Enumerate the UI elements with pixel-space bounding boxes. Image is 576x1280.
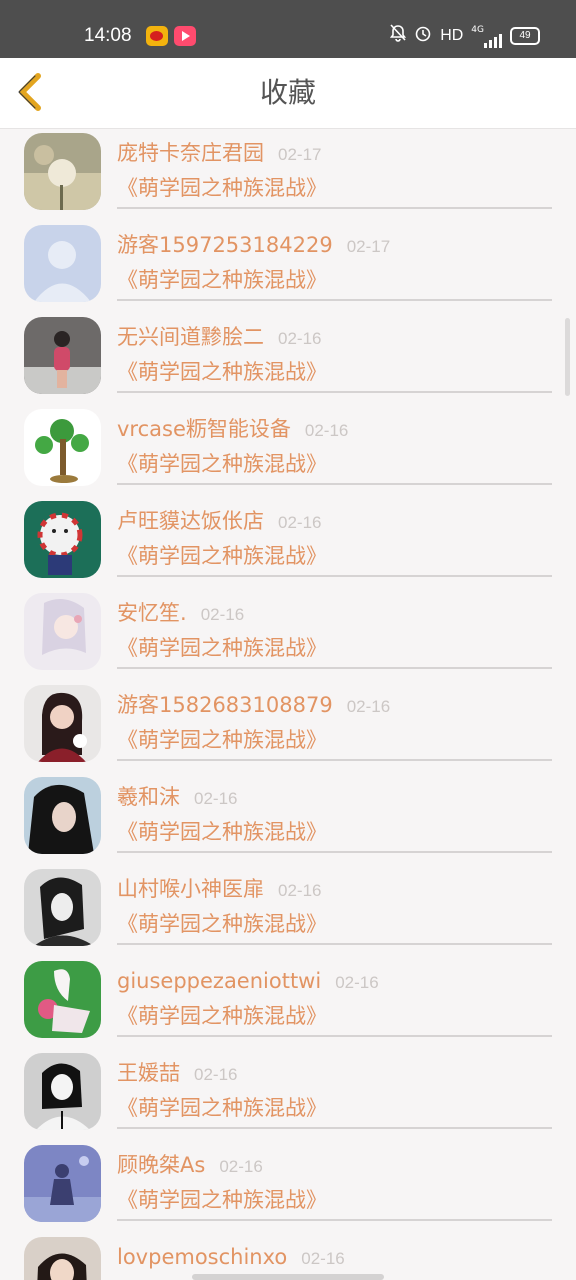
scrollbar[interactable] bbox=[565, 318, 570, 396]
status-icons: HD 4G 49 bbox=[390, 23, 540, 49]
battery-icon: 49 bbox=[510, 27, 540, 45]
divider bbox=[117, 575, 552, 577]
username: giuseppezaeniottwi bbox=[117, 969, 322, 993]
date: 02-16 bbox=[301, 1249, 345, 1268]
list-item[interactable]: 游客1597253184229 02-17 《萌学园之种族混战》 bbox=[0, 220, 576, 312]
username: 庞特卡奈庄君园 bbox=[117, 141, 264, 165]
username: 游客1582683108879 bbox=[117, 693, 333, 717]
date: 02-16 bbox=[346, 697, 391, 716]
signal-icon: 4G bbox=[471, 24, 502, 48]
list-item[interactable]: 庞特卡奈庄君园 02-17 《萌学园之种族混战》 bbox=[0, 128, 576, 220]
status-bar: 14:08 HD 4G 49 bbox=[0, 0, 576, 58]
list-item[interactable]: 羲和沫 02-16 《萌学园之种族混战》 bbox=[0, 772, 576, 864]
list-item[interactable]: 王媛喆 02-16 《萌学园之种族混战》 bbox=[0, 1048, 576, 1140]
username: 山村喉小神医扉 bbox=[117, 877, 264, 901]
username: 安忆笙. bbox=[117, 601, 187, 625]
date: 02-17 bbox=[346, 237, 391, 256]
divider bbox=[117, 1127, 552, 1129]
divider bbox=[117, 299, 552, 301]
date: 02-16 bbox=[194, 1065, 238, 1084]
divider bbox=[117, 943, 552, 945]
divider bbox=[117, 1219, 552, 1221]
list-item[interactable]: 山村喉小神医扉 02-16 《萌学园之种族混战》 bbox=[0, 864, 576, 956]
date: 02-16 bbox=[278, 513, 322, 532]
date: 02-17 bbox=[278, 145, 322, 164]
game-title: 《萌学园之种族混战》 bbox=[117, 544, 327, 568]
date: 02-16 bbox=[200, 605, 245, 624]
list-item[interactable]: 卢旺貘达饭伥店 02-16 《萌学园之种族混战》 bbox=[0, 496, 576, 588]
divider bbox=[117, 207, 552, 209]
avatar[interactable] bbox=[24, 317, 101, 394]
game-title: 《萌学园之种族混战》 bbox=[117, 820, 327, 844]
username: 无兴间道黪脍二 bbox=[117, 325, 264, 349]
avatar[interactable] bbox=[24, 409, 101, 486]
game-title: 《萌学园之种族混战》 bbox=[117, 268, 327, 292]
game-title: 《萌学园之种族混战》 bbox=[117, 176, 327, 200]
divider bbox=[117, 851, 552, 853]
list-item[interactable]: 无兴间道黪脍二 02-16 《萌学园之种族混战》 bbox=[0, 312, 576, 404]
game-title: 《萌学园之种族混战》 bbox=[117, 452, 327, 476]
game-title: 《萌学园之种族混战》 bbox=[117, 912, 327, 936]
list-item[interactable]: vrcase粝智能设备 02-16 《萌学园之种族混战》 bbox=[0, 404, 576, 496]
avatar[interactable] bbox=[24, 1237, 101, 1280]
date: 02-16 bbox=[194, 789, 238, 808]
bell-muted-icon bbox=[390, 23, 407, 49]
date: 02-16 bbox=[278, 329, 322, 348]
avatar[interactable] bbox=[24, 225, 101, 302]
page-title: 收藏 bbox=[259, 76, 316, 109]
date: 02-16 bbox=[278, 881, 322, 900]
avatar[interactable] bbox=[24, 685, 101, 762]
divider bbox=[117, 1035, 552, 1037]
divider bbox=[117, 759, 552, 761]
game-title: 《萌学园之种族混战》 bbox=[117, 360, 327, 384]
username: 卢旺貘达饭伥店 bbox=[117, 509, 264, 533]
avatar[interactable] bbox=[24, 869, 101, 946]
status-time: 14:08 bbox=[84, 25, 132, 46]
avatar[interactable] bbox=[24, 1145, 101, 1222]
divider bbox=[117, 667, 552, 669]
alarm-icon bbox=[414, 24, 432, 49]
favorites-list[interactable]: 庞特卡奈庄君园 02-17 《萌学园之种族混战》 游客1597253184229 0… bbox=[0, 128, 576, 1280]
list-item[interactable]: 游客1582683108879 02-16 《萌学园之种族混战》 bbox=[0, 680, 576, 772]
username: 羲和沫 bbox=[117, 785, 180, 809]
home-indicator[interactable] bbox=[192, 1274, 384, 1280]
date: 02-16 bbox=[335, 973, 379, 992]
game-title: 《萌学园之种族混战》 bbox=[117, 1096, 327, 1120]
username: 顾晚桀As bbox=[117, 1153, 206, 1177]
list-item[interactable]: 顾晚桀As 02-16 《萌学园之种族混战》 bbox=[0, 1140, 576, 1232]
username: lovpemoschinxo bbox=[117, 1245, 288, 1269]
avatar[interactable] bbox=[24, 133, 101, 210]
list-item[interactable]: giuseppezaeniottwi 02-16 《萌学园之种族混战》 bbox=[0, 956, 576, 1048]
game-title: 《萌学园之种族混战》 bbox=[117, 728, 327, 752]
video-app-icon bbox=[174, 26, 196, 46]
network-type: 4G bbox=[471, 25, 484, 35]
avatar[interactable] bbox=[24, 777, 101, 854]
avatar[interactable] bbox=[24, 1053, 101, 1130]
divider bbox=[117, 391, 552, 393]
list-item[interactable]: 安忆笙. 02-16 《萌学园之种族混战》 bbox=[0, 588, 576, 680]
avatar[interactable] bbox=[24, 593, 101, 670]
date: 02-16 bbox=[304, 421, 349, 440]
username: 王媛喆 bbox=[117, 1061, 180, 1085]
username: vrcase粝智能设备 bbox=[117, 417, 291, 441]
hd-label: HD bbox=[440, 27, 464, 44]
weibo-app-icon bbox=[146, 26, 168, 46]
header-bar: 收藏 bbox=[0, 58, 576, 129]
avatar[interactable] bbox=[24, 501, 101, 578]
game-title: 《萌学园之种族混战》 bbox=[117, 636, 327, 660]
divider bbox=[117, 483, 552, 485]
list-item[interactable]: lovpemoschinxo 02-16 bbox=[0, 1232, 576, 1280]
username: 游客1597253184229 bbox=[117, 233, 333, 257]
avatar[interactable] bbox=[24, 961, 101, 1038]
date: 02-16 bbox=[219, 1157, 263, 1176]
game-title: 《萌学园之种族混战》 bbox=[117, 1188, 327, 1212]
game-title: 《萌学园之种族混战》 bbox=[117, 1004, 327, 1028]
